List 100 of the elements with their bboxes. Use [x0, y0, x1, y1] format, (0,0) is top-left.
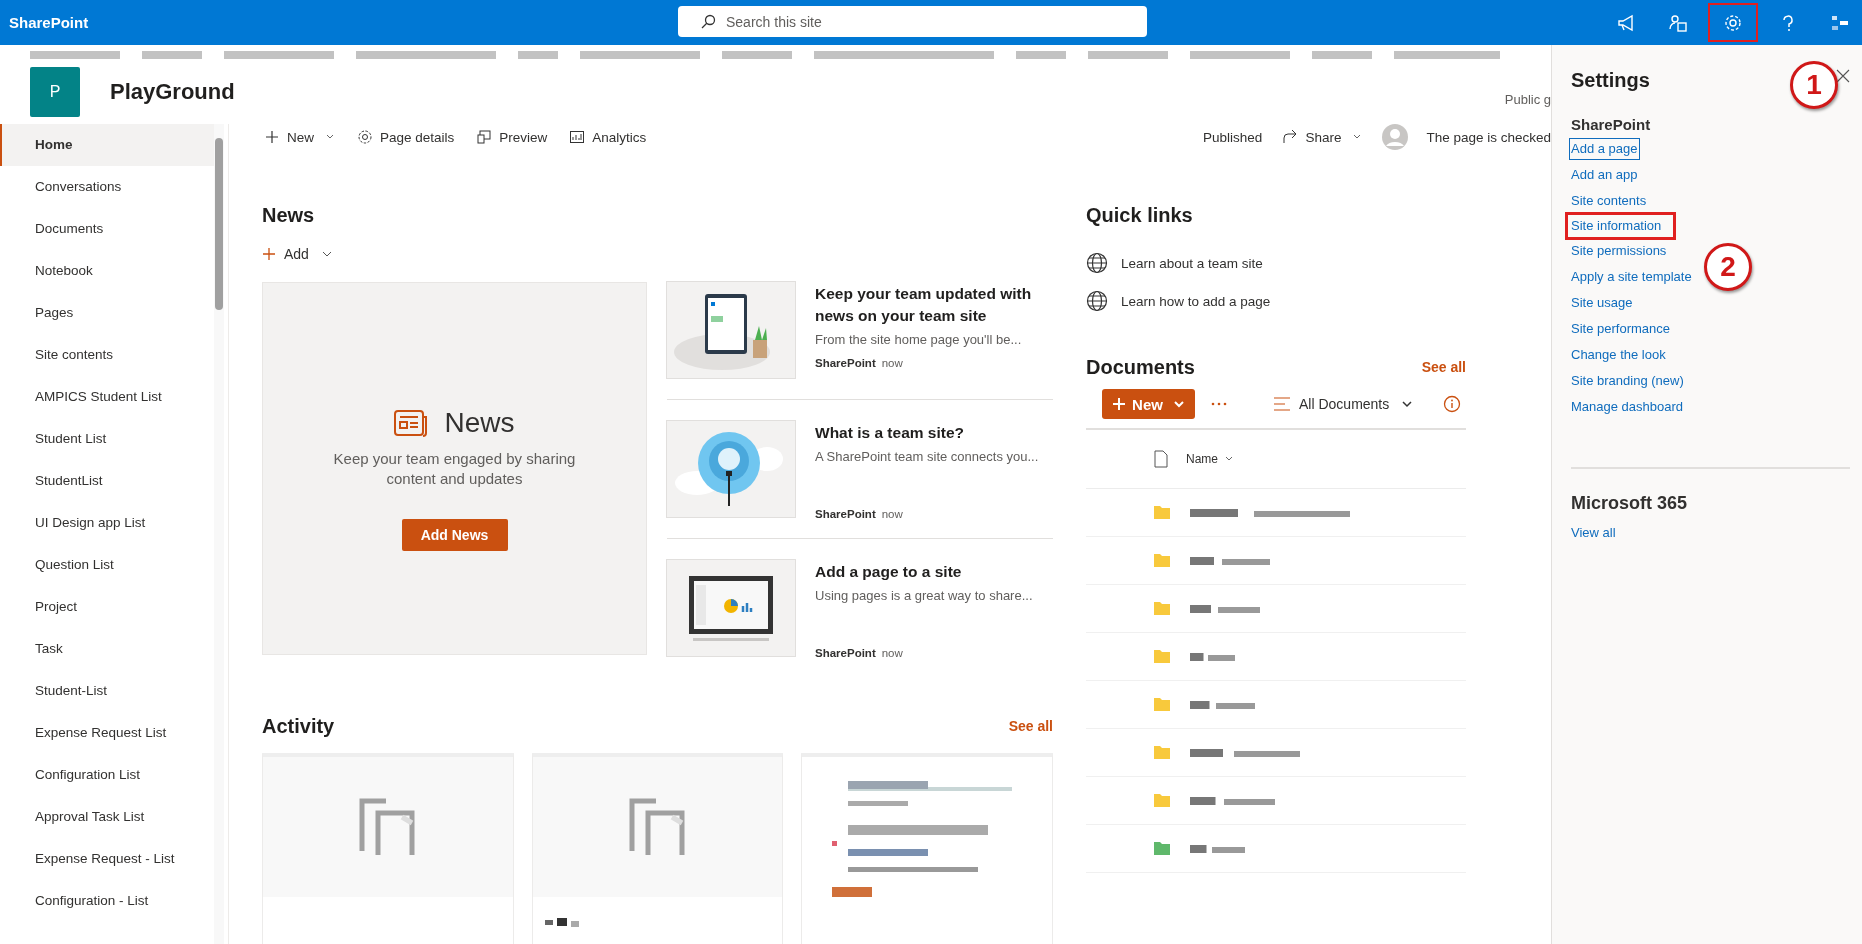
panel-section-title: Microsoft 365: [1571, 493, 1688, 514]
info-icon[interactable]: [1443, 395, 1462, 413]
quick-link[interactable]: Learn how to add a page: [1121, 293, 1271, 309]
nav-link[interactable]: UI Design app List: [0, 502, 215, 544]
publish-status: Published: [1203, 129, 1263, 145]
nav-link[interactable]: Task: [0, 628, 215, 670]
nav-link[interactable]: Configuration List: [0, 754, 215, 796]
nav-link[interactable]: Expense Request - List: [0, 838, 215, 880]
settings-link[interactable]: Apply a site template: [1569, 266, 1694, 288]
command-button[interactable]: Page details: [355, 125, 457, 149]
settings-link[interactable]: Add an app: [1569, 164, 1640, 186]
news-time: now: [881, 647, 903, 659]
plus-icon: [1112, 397, 1127, 411]
avatar-icon: [1382, 124, 1409, 150]
site-logo[interactable]: P: [30, 67, 80, 117]
section-title: Quick links: [1086, 203, 1194, 228]
step-number-callout: 1: [1790, 61, 1838, 109]
redacted-text: [1190, 699, 1255, 710]
add-news-button[interactable]: Add News: [401, 518, 508, 551]
nav-link[interactable]: Student List: [0, 418, 215, 460]
nav-link[interactable]: Expense Request List: [0, 712, 215, 754]
news-title[interactable]: What is a team site?: [815, 422, 1053, 444]
activity-card[interactable]: [531, 753, 784, 944]
file-icon: [1154, 450, 1168, 468]
people-icon[interactable]: [1668, 12, 1688, 33]
nav-link[interactable]: Conversations: [0, 166, 215, 208]
chevron-icon: [1172, 398, 1185, 410]
placeholder-title: News: [444, 406, 515, 439]
app-name[interactable]: SharePoint: [9, 14, 89, 31]
settings-link[interactable]: Manage dashboard: [1569, 396, 1686, 418]
news-description: Using pages is a great way to share...: [815, 588, 1034, 603]
add-button[interactable]: Add: [262, 246, 333, 262]
redacted-text: [1190, 603, 1260, 614]
nav-link[interactable]: Student-List: [0, 670, 215, 712]
command-button[interactable]: New: [262, 125, 337, 149]
redacted-text: [1190, 651, 1235, 662]
list-icon: [1273, 396, 1291, 412]
panel-section-title: SharePoint: [1571, 116, 1651, 133]
column-header[interactable]: Name: [1186, 452, 1234, 466]
nav-link[interactable]: Documents: [0, 208, 215, 250]
settings-link[interactable]: Change the look: [1569, 344, 1668, 366]
panel-title: Settings: [1571, 69, 1650, 92]
settings-link[interactable]: Site information: [1565, 212, 1677, 240]
quick-link[interactable]: Learn about a team site: [1121, 255, 1263, 271]
share-icon: [1282, 129, 1299, 145]
chart-icon: [569, 129, 586, 145]
preview-icon: [476, 129, 493, 145]
command-button[interactable]: Analytics: [567, 125, 649, 149]
section-title: Activity: [262, 714, 335, 739]
see-all-link[interactable]: See all: [1421, 359, 1466, 375]
search-icon: [700, 14, 716, 30]
settings-link[interactable]: Site usage: [1569, 292, 1635, 314]
section-title: Documents: [1086, 355, 1195, 380]
placeholder-text: Keep your team engaged by sharing content and updates: [332, 448, 577, 489]
news-description: A SharePoint team site connects you...: [815, 449, 1040, 464]
megaphone-icon[interactable]: [1616, 12, 1636, 33]
checkout-status: The page is checked: [1426, 129, 1551, 145]
news-author: SharePoint: [815, 357, 876, 369]
chevron-icon: [1401, 398, 1414, 410]
nav-link[interactable]: Configuration - List: [0, 880, 215, 922]
nav-link[interactable]: Project: [0, 586, 215, 628]
settings-link[interactable]: Site permissions: [1569, 240, 1669, 262]
step-number-callout: 2: [1704, 243, 1752, 291]
gear-icon: [357, 129, 373, 145]
view-selector[interactable]: All Documents: [1267, 395, 1420, 413]
news-time: now: [881, 508, 903, 520]
nav-link[interactable]: Home: [0, 124, 215, 166]
privacy-label: Public g: [1504, 91, 1551, 107]
search-field[interactable]: Search this site: [678, 6, 1147, 37]
nav-link[interactable]: Site contents: [0, 334, 215, 376]
command-button[interactable]: Preview: [474, 125, 550, 149]
nav-link[interactable]: Approval Task List: [0, 796, 215, 838]
nav-link[interactable]: Notebook: [0, 250, 215, 292]
plus-icon: [262, 247, 276, 261]
close-icon[interactable]: [1836, 68, 1850, 83]
news-description: From the site home page you'll be...: [815, 332, 1023, 347]
nav-link[interactable]: StudentList: [0, 460, 215, 502]
settings-link[interactable]: Site branding (new): [1569, 370, 1686, 392]
section-title: News: [262, 203, 316, 228]
scrollbar[interactable]: [214, 124, 224, 944]
document-placeholder-icon: [627, 797, 688, 857]
nav-link[interactable]: Question List: [0, 544, 215, 586]
settings-icon[interactable]: [1723, 12, 1743, 33]
see-all-link[interactable]: See all: [1008, 718, 1053, 734]
site-title[interactable]: PlayGround: [110, 79, 235, 105]
new-button[interactable]: New: [1102, 389, 1195, 419]
share-button[interactable]: Share: [1280, 125, 1365, 149]
activity-card[interactable]: [801, 753, 1053, 944]
nav-link[interactable]: Pages: [0, 292, 215, 334]
settings-link[interactable]: Site contents: [1569, 190, 1649, 212]
settings-link[interactable]: Add a page: [1569, 138, 1640, 160]
nav-link[interactable]: AMPICS Student List: [0, 376, 215, 418]
more-icon[interactable]: [1211, 401, 1227, 407]
news-title[interactable]: Add a page to a site: [815, 561, 1053, 583]
settings-link[interactable]: Site performance: [1569, 318, 1672, 340]
settings-link[interactable]: View all: [1569, 522, 1618, 544]
scrollbar-thumb[interactable]: [215, 138, 223, 310]
activity-card[interactable]: [262, 753, 514, 944]
news-title[interactable]: Keep your team updated with news on your team site: [815, 283, 1053, 327]
news-author: SharePoint: [815, 508, 876, 520]
